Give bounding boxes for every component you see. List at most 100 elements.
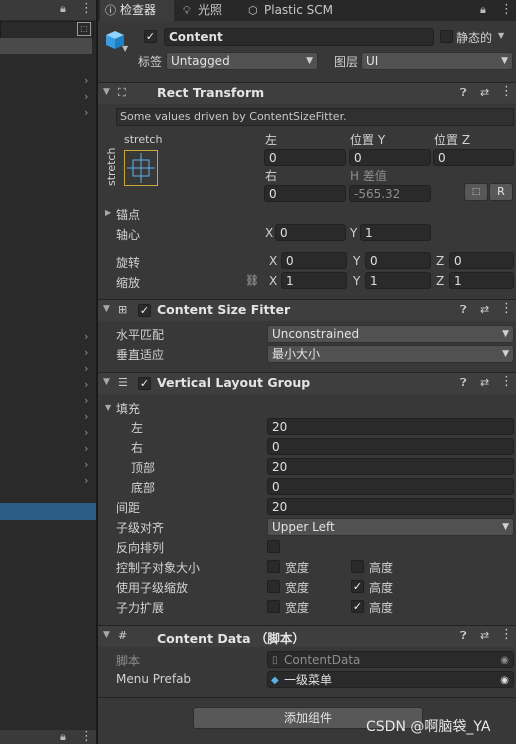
hierarchy-panel	[0, 0, 96, 744]
padding-bottom-label: 底部	[131, 481, 156, 495]
presets-icon[interactable]: ⇄	[480, 86, 489, 99]
tab-lighting[interactable]: 💡︎ 光照	[180, 0, 240, 21]
presets-icon[interactable]: ⇄	[480, 629, 489, 642]
horizontal-fit-dropdown[interactable]: Unconstrained ▼	[267, 325, 514, 343]
presets-icon[interactable]: ⇄	[480, 303, 489, 316]
vertical-layout-group-header[interactable]: ▼ ☰ ✓ Vertical Layout Group ❓︎ ⇄ ⋮	[98, 372, 516, 394]
scale-z-input[interactable]: 1	[449, 272, 514, 289]
static-checkbox[interactable]	[440, 30, 453, 43]
control-width-checkbox[interactable]	[267, 560, 280, 573]
expand-triangle-icon[interactable]: ▶	[105, 208, 111, 217]
collapse-triangle-icon[interactable]: ▼	[103, 377, 110, 387]
lock-icon[interactable]: 🔒︎	[480, 3, 486, 17]
scale-y-input[interactable]: 1	[365, 272, 431, 289]
expand-chevron-icon[interactable]: ›	[84, 394, 88, 407]
expand-chevron-icon[interactable]: ›	[84, 378, 88, 391]
expand-chevron-icon[interactable]: ›	[84, 330, 88, 343]
expand-height-checkbox[interactable]: ✓	[351, 600, 364, 613]
search-scene-icon[interactable]: ⬚	[77, 22, 91, 36]
scale-x-input[interactable]: 1	[281, 272, 347, 289]
help-icon[interactable]: ❓︎	[460, 86, 467, 100]
reverse-arrangement-label: 反向排列	[116, 541, 165, 555]
vertical-fit-label: 垂直适应	[116, 348, 165, 362]
blueprint-mode-button[interactable]: ⬚	[464, 183, 488, 201]
collapse-triangle-icon[interactable]: ▼	[103, 630, 110, 640]
presets-icon[interactable]: ⇄	[480, 376, 489, 389]
rotation-z-input[interactable]: 0	[449, 252, 514, 269]
spacing-input[interactable]: 20	[267, 498, 514, 515]
more-icon[interactable]: ⋮	[500, 374, 513, 389]
expand-chevron-icon[interactable]: ›	[84, 90, 88, 103]
object-picker-icon[interactable]: ◉	[500, 672, 509, 687]
divider	[98, 697, 516, 698]
tab-inspector[interactable]: ⓘ 检查器	[100, 0, 174, 21]
content-size-fitter-header[interactable]: ▼ ⊞ ✓ Content Size Fitter ❓︎ ⇄ ⋮	[98, 299, 516, 321]
pos-z-input[interactable]: 0	[433, 149, 514, 166]
padding-left-input[interactable]: 20	[267, 418, 514, 435]
spacing-label: 间距	[116, 501, 141, 515]
child-alignment-dropdown[interactable]: Upper Left ▼	[267, 518, 514, 536]
rotation-y-input[interactable]: 0	[365, 252, 431, 269]
lock-icon[interactable]: 🔒︎	[60, 2, 66, 16]
expand-chevron-icon[interactable]: ›	[84, 474, 88, 487]
expand-chevron-icon[interactable]: ›	[84, 426, 88, 439]
vertical-layout-enabled-checkbox[interactable]: ✓	[138, 377, 151, 390]
expand-width-checkbox[interactable]	[267, 600, 280, 613]
collapse-triangle-icon[interactable]: ▼	[103, 87, 110, 97]
scale-height-checkbox[interactable]: ✓	[351, 580, 364, 593]
tab-plastic-scm[interactable]: ⬡ Plastic SCM	[248, 0, 338, 21]
static-dropdown-arrow-icon[interactable]: ▼	[498, 31, 504, 40]
lock-icon[interactable]: 🔒︎	[60, 730, 66, 744]
pivot-y-input[interactable]: 1	[360, 224, 431, 241]
padding-top-input[interactable]: 20	[267, 458, 514, 475]
hierarchy-selected-row[interactable]	[0, 503, 96, 520]
collapse-triangle-icon[interactable]: ▼	[105, 403, 111, 412]
expand-chevron-icon[interactable]: ›	[84, 346, 88, 359]
rotation-x-input[interactable]: 0	[281, 252, 347, 269]
icon-dropdown-arrow-icon[interactable]: ▼	[122, 44, 128, 53]
content-data-header[interactable]: ▼ # Content Data （脚本） ❓︎ ⇄ ⋮	[98, 625, 516, 647]
constrain-proportions-icon[interactable]: ⛓	[245, 274, 259, 287]
help-icon[interactable]: ❓︎	[460, 376, 467, 390]
pos-y-input[interactable]: 0	[349, 149, 431, 166]
layer-dropdown[interactable]: UI ▼	[361, 52, 513, 70]
expand-chevron-icon[interactable]: ›	[84, 410, 88, 423]
collapse-triangle-icon[interactable]: ▼	[103, 304, 110, 314]
expand-chevron-icon[interactable]: ›	[84, 458, 88, 471]
hierarchy-search-input[interactable]: ⬚	[0, 21, 94, 39]
anchor-presets-button[interactable]	[124, 150, 158, 186]
content-size-fitter-enabled-checkbox[interactable]: ✓	[138, 304, 151, 317]
hierarchy-scene-row[interactable]	[0, 38, 92, 54]
help-icon[interactable]: ❓︎	[460, 629, 467, 643]
rect-transform-icon: ⛶	[118, 86, 126, 99]
object-name-input[interactable]: Content	[164, 28, 434, 46]
active-checkbox[interactable]: ✓	[144, 30, 157, 43]
menu-prefab-field[interactable]: ◆ 一级菜单 ◉	[267, 671, 514, 688]
more-icon[interactable]: ⋮	[500, 84, 513, 99]
rect-transform-header[interactable]: ▼ ⛶ Rect Transform ❓︎ ⇄ ⋮	[98, 82, 516, 104]
expand-chevron-icon[interactable]: ›	[84, 362, 88, 375]
vertical-fit-dropdown[interactable]: 最小大小 ▼	[267, 345, 514, 363]
expand-chevron-icon[interactable]: ›	[84, 106, 88, 119]
anchors-label[interactable]: 锚点	[116, 206, 140, 223]
left-input[interactable]: 0	[264, 149, 346, 166]
pivot-x-input[interactable]: 0	[275, 224, 346, 241]
more-icon[interactable]: ⋮	[500, 627, 513, 642]
tag-dropdown[interactable]: Untagged ▼	[166, 52, 318, 70]
control-height-checkbox[interactable]	[351, 560, 364, 573]
expand-chevron-icon[interactable]: ›	[84, 74, 88, 87]
padding-bottom-input[interactable]: 0	[267, 478, 514, 495]
expand-chevron-icon[interactable]: ›	[84, 442, 88, 455]
scale-width-checkbox[interactable]	[267, 580, 280, 593]
raw-edit-button[interactable]: R	[489, 183, 513, 201]
more-icon[interactable]: ⋮	[500, 2, 513, 17]
menu-prefab-label: Menu Prefab	[116, 672, 192, 686]
more-icon[interactable]: ⋮	[500, 301, 513, 316]
more-icon[interactable]: ⋮	[80, 729, 93, 744]
help-icon[interactable]: ❓︎	[460, 303, 467, 317]
more-icon[interactable]: ⋮	[80, 1, 93, 16]
reverse-arrangement-checkbox[interactable]	[267, 540, 280, 553]
padding-right-input[interactable]: 0	[267, 438, 514, 455]
prefab-cube-icon: ◆	[271, 675, 279, 686]
right-input[interactable]: 0	[264, 185, 346, 202]
